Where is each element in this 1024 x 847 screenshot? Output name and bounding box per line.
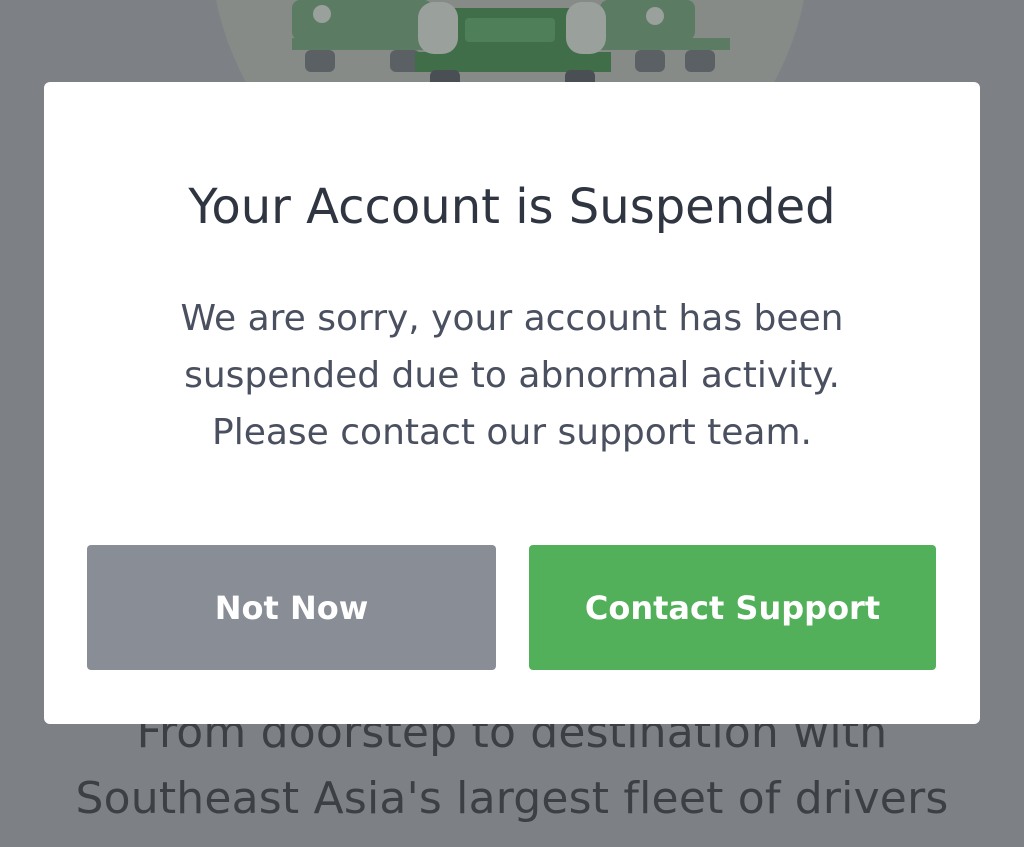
dialog-title: Your Account is Suspended — [188, 179, 836, 235]
dialog-message: We are sorry, your account has been susp… — [0, 290, 1024, 461]
dialog-message-line: suspended due to abnormal activity. — [184, 355, 840, 396]
tagline-line: Southeast Asia's largest fleet of driver… — [75, 773, 949, 824]
dialog-message-line: We are sorry, your account has been — [180, 298, 844, 339]
dialog-message-line: Please contact our support team. — [211, 412, 812, 453]
contact-support-button[interactable]: Contact Support — [529, 545, 936, 670]
not-now-button[interactable]: Not Now — [87, 545, 496, 670]
